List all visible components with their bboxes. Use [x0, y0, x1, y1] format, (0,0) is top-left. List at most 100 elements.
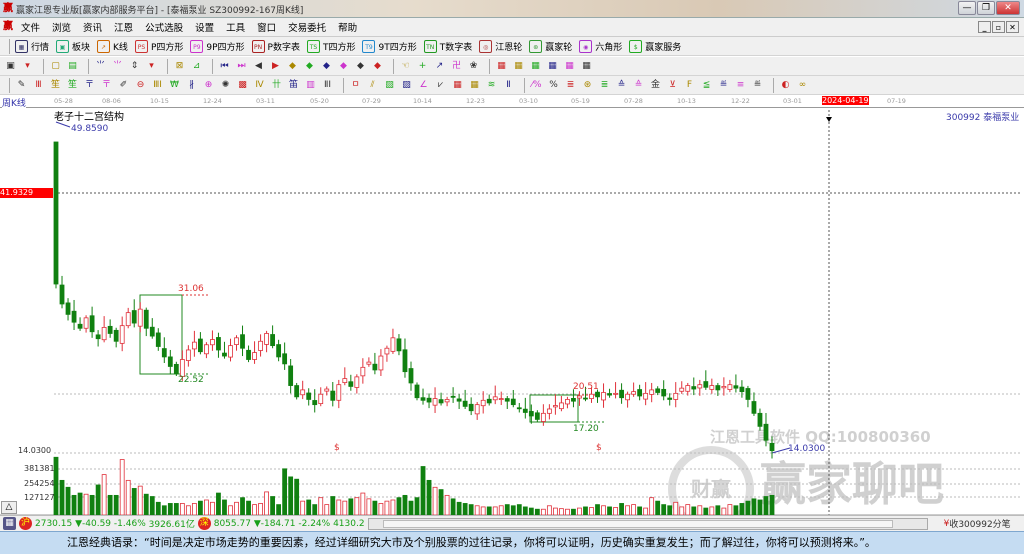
tool-icon[interactable]: ▶ [269, 60, 282, 73]
tool-icon[interactable]: ∠ [417, 79, 430, 92]
toolbar-button-ts[interactable]: TS T四方形 [306, 39, 355, 53]
tool-icon[interactable]: ◆ [286, 60, 299, 73]
tool-icon[interactable]: ✎ [15, 79, 28, 92]
tool-icon[interactable]: ≣ [598, 79, 611, 92]
tool-icon[interactable]: ◆ [303, 60, 316, 73]
tool-icon[interactable]: ⊠ [173, 60, 186, 73]
tool-icon[interactable]: ≡ [734, 79, 747, 92]
tool-icon[interactable]: ⊖ [134, 79, 147, 92]
restore-button[interactable]: ❐ [977, 1, 995, 15]
tool-icon[interactable]: ▦ [495, 60, 508, 73]
tool-icon[interactable]: ◀ [252, 60, 265, 73]
tool-icon[interactable]: ▦ [563, 60, 576, 73]
tool-icon[interactable]: ⫽ [366, 79, 379, 92]
tool-icon[interactable]: + [416, 60, 429, 73]
minimize-button[interactable]: — [958, 1, 976, 15]
tool-icon[interactable]: ≣ [564, 79, 577, 92]
tool-icon[interactable]: F [683, 79, 696, 92]
tool-icon[interactable]: ◆ [371, 60, 384, 73]
app-menu-icon[interactable]: 赢 [3, 21, 15, 33]
tool-icon[interactable]: ▩ [236, 79, 249, 92]
tool-icon[interactable]: ∦ [185, 79, 198, 92]
tool-icon[interactable]: ▦ [468, 79, 481, 92]
toolbar-button-kline[interactable]: ↗ K线 [97, 39, 128, 53]
tool-icon[interactable]: ≙ [615, 79, 628, 92]
menu-item[interactable]: 窗口 [251, 20, 282, 34]
toolbar-button-p9[interactable]: P9 9P四方形 [190, 39, 245, 53]
menu-item[interactable]: 江恩 [108, 20, 139, 34]
tool-icon[interactable]: 卍 [450, 60, 463, 73]
tool-icon[interactable]: ▦ [529, 60, 542, 73]
tool-icon[interactable]: ⅢⅠ [151, 79, 164, 92]
scrollbar-thumb[interactable] [382, 519, 893, 528]
tool-icon[interactable]: ▣ [4, 60, 17, 73]
menu-item[interactable]: 文件 [15, 20, 46, 34]
mdi-close-button[interactable]: ✕ [1006, 21, 1019, 33]
tool-icon[interactable]: ⁄% [530, 79, 543, 92]
close-button[interactable]: ✕ [996, 1, 1020, 15]
tool-icon[interactable]: ▦ [546, 60, 559, 73]
tool-icon[interactable]: ⊿ [190, 60, 203, 73]
tool-icon[interactable]: ☜ [399, 60, 412, 73]
tool-icon[interactable]: ▦ [451, 79, 464, 92]
tool-icon[interactable]: ◆ [337, 60, 350, 73]
toolbar-button-hexagon[interactable]: ◉ 六角形 [579, 39, 622, 53]
menu-item[interactable]: 公式选股 [139, 20, 189, 34]
tool-icon[interactable]: ⏮ [218, 60, 231, 73]
mdi-restore-button[interactable]: ▫ [992, 21, 1005, 33]
tool-icon[interactable]: ▨ [400, 79, 413, 92]
toolbar-button-grid[interactable]: ▦ 行情 [15, 39, 49, 53]
toolbar-button-t9[interactable]: T9 9T四方形 [362, 39, 417, 53]
mdi-minimize-button[interactable]: _ [978, 21, 991, 33]
tool-icon[interactable]: ▢ [49, 60, 62, 73]
tool-icon[interactable]: ⺌ [111, 60, 124, 73]
tool-icon[interactable]: 笛 [287, 79, 300, 92]
tool-icon[interactable]: ✺ [219, 79, 232, 92]
tool-icon[interactable]: ⇕ [128, 60, 141, 73]
tool-icon[interactable]: ◆ [320, 60, 333, 73]
tool-icon[interactable]: Ⅱ [502, 79, 515, 92]
tool-icon[interactable]: Ⅳ [253, 79, 266, 92]
horizontal-scrollbar[interactable] [367, 517, 928, 530]
tool-icon[interactable]: ≦ [700, 79, 713, 92]
tool-icon[interactable]: ▥ [304, 79, 317, 92]
tool-icon[interactable]: ⺌ [94, 60, 107, 73]
tool-icon[interactable]: ⊕ [202, 79, 215, 92]
tool-icon[interactable]: ≝ [717, 79, 730, 92]
tool-icon[interactable]: ≙ [632, 79, 645, 92]
tool-icon[interactable]: ▦ [580, 60, 593, 73]
toolbar-button-tn[interactable]: TN T数字表 [423, 39, 472, 53]
tool-icon[interactable]: 笙 [49, 79, 62, 92]
menu-item[interactable]: 设置 [189, 20, 220, 34]
toggle-panel-button[interactable]: △ [1, 501, 17, 514]
tool-icon[interactable]: ⊻ [666, 79, 679, 92]
tool-icon[interactable]: ◐ [779, 79, 792, 92]
menu-item[interactable]: 工具 [220, 20, 251, 34]
toolbar-button-blocks[interactable]: ▣ 板块 [56, 39, 90, 53]
tool-icon[interactable]: ⅡⅠ [321, 79, 334, 92]
tool-icon[interactable]: ≝ [751, 79, 764, 92]
toolbar-button-dollar[interactable]: $ 赢家服务 [629, 39, 681, 53]
tool-icon[interactable]: ㅁ [349, 79, 362, 92]
tool-icon[interactable]: % [547, 79, 560, 92]
tick-data-label[interactable]: 收300992分笔 [949, 517, 1010, 530]
tool-icon[interactable]: Ⅲ [32, 79, 45, 92]
tool-icon[interactable]: ✐ [117, 79, 130, 92]
tool-icon[interactable]: ₩ [168, 79, 181, 92]
tool-icon[interactable]: ❀ [467, 60, 480, 73]
toolbar-button-pn[interactable]: PN P数字表 [251, 39, 300, 53]
menu-item[interactable]: 帮助 [332, 20, 363, 34]
tool-icon[interactable]: ▾ [145, 60, 158, 73]
tool-icon[interactable]: 金 [649, 79, 662, 92]
tool-icon[interactable]: ◆ [354, 60, 367, 73]
menu-item[interactable]: 交易委托 [282, 20, 332, 34]
tool-icon[interactable]: ⏭ [235, 60, 248, 73]
tool-icon[interactable]: ↗ [433, 60, 446, 73]
tool-icon[interactable]: ▤ [66, 60, 79, 73]
tool-icon[interactable]: ▨ [383, 79, 396, 92]
tool-icon[interactable]: 卄 [270, 79, 283, 92]
toolbar-button-winner-wheel[interactable]: ⊛ 赢家轮 [529, 39, 572, 53]
tool-icon[interactable]: ⩗ [434, 79, 447, 92]
tool-icon[interactable]: 笙 [66, 79, 79, 92]
quote-grid-icon[interactable]: ▦ [3, 517, 16, 530]
